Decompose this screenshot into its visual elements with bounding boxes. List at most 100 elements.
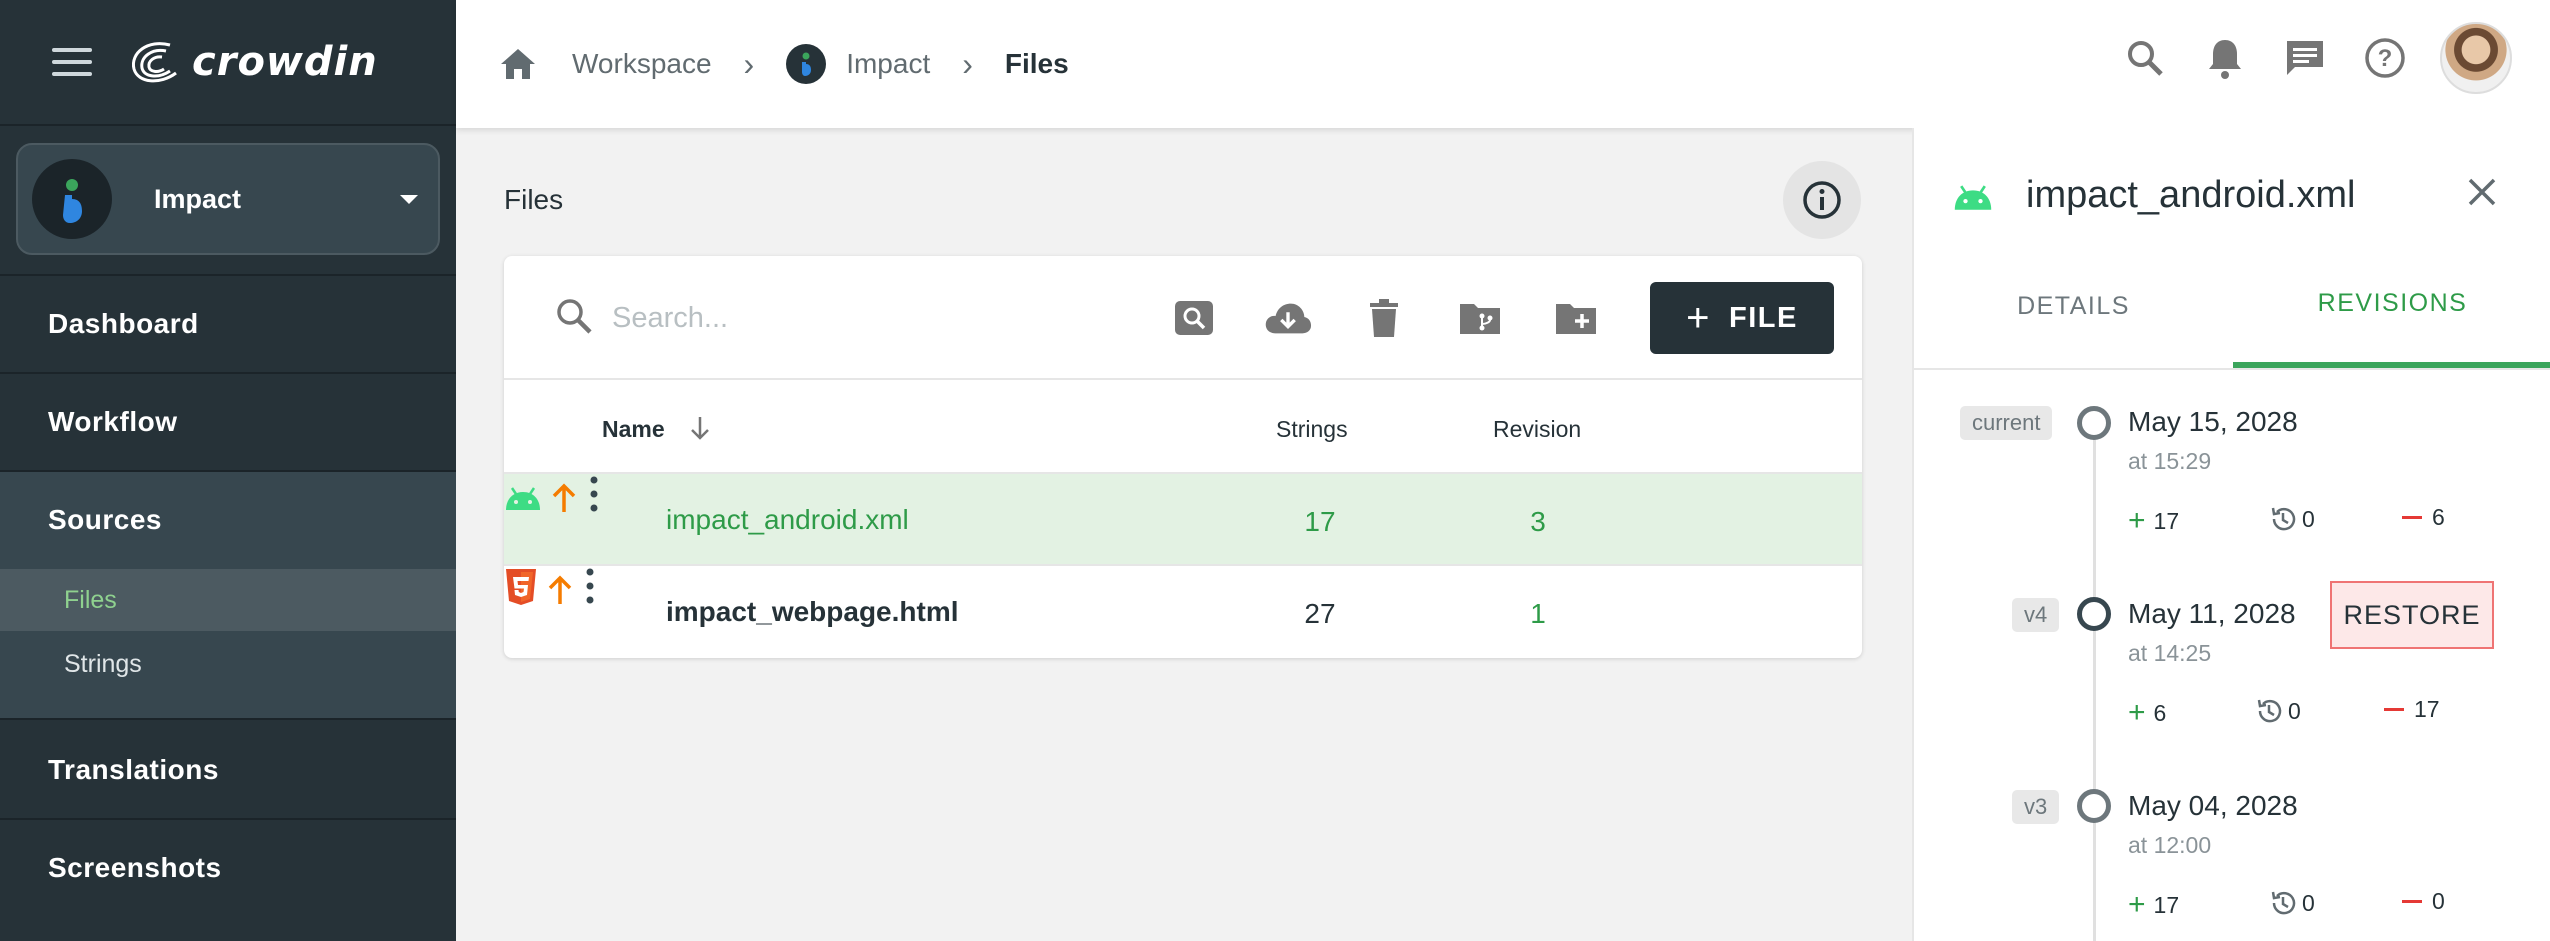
crowdin-logo[interactable]: crowdin (126, 39, 378, 85)
find-in-files-icon[interactable] (1170, 294, 1218, 342)
breadcrumb-workspace[interactable]: Workspace (572, 48, 712, 80)
sidebar-item-screenshots[interactable]: Screenshots (0, 820, 456, 916)
revision-tag: v3 (2012, 790, 2060, 824)
plus-icon: + (2128, 696, 2146, 729)
revision-restored-count: 0 (2302, 505, 2315, 532)
table-header: Name Strings Revision (504, 382, 1862, 474)
plus-icon: + (2128, 888, 2146, 921)
revision-removed: 6 (2402, 504, 2445, 531)
upload-arrow-icon[interactable] (546, 574, 574, 606)
column-name[interactable]: Name (602, 416, 665, 443)
topbar-actions: ? (2090, 22, 2512, 94)
restore-button[interactable]: RESTORE (2330, 581, 2494, 649)
impact-logo-icon (63, 179, 82, 223)
file-revision[interactable]: 1 (1508, 598, 1568, 630)
files-card: + FILE Name Strings Revision impact_andr… (504, 256, 1862, 658)
sidebar-item-workflow[interactable]: Workflow (0, 374, 456, 470)
table-row[interactable]: impact_android.xml 17 3 (504, 474, 1862, 566)
project-breadcrumb-icon (786, 44, 827, 84)
more-vertical-icon[interactable] (582, 566, 598, 606)
cloud-download-icon[interactable] (1264, 294, 1312, 342)
android-icon (1954, 185, 1992, 210)
file-name[interactable]: impact_webpage.html (666, 596, 959, 628)
info-button[interactable] (1783, 161, 1861, 239)
sidebar-subitem-files[interactable]: Files (0, 569, 456, 631)
logo-text: crowdin (192, 39, 378, 85)
file-revision[interactable]: 3 (1508, 506, 1568, 538)
page-title: Files (504, 184, 564, 215)
search-input[interactable] (612, 290, 1132, 346)
revision-date: May 11, 2028 (2128, 598, 2296, 629)
user-avatar[interactable] (2440, 22, 2512, 94)
revision-restored-count: 0 (2302, 889, 2315, 916)
revision-restored: 0 (2268, 888, 2315, 918)
minus-icon (2384, 708, 2404, 711)
project-selector[interactable]: Impact (16, 143, 440, 255)
column-strings[interactable]: Strings (1276, 416, 1348, 443)
column-revision[interactable]: Revision (1493, 416, 1581, 443)
search-icon (557, 299, 592, 334)
project-name: Impact (154, 183, 242, 214)
panel-tabs: DETAILS REVISIONS (1914, 244, 2550, 370)
menu-icon[interactable] (52, 48, 92, 76)
revision-removed-count: 6 (2432, 504, 2445, 530)
breadcrumb: Workspace › Impact › Files (498, 44, 1069, 84)
timeline-line (2093, 428, 2096, 941)
files-toolbar: + FILE (504, 256, 1862, 380)
caret-down-icon (400, 195, 418, 204)
revision-added-count: 17 (2153, 891, 2180, 918)
revision-dot (2077, 789, 2111, 823)
close-icon[interactable] (2462, 172, 2502, 212)
topbar: Workspace › Impact › Files ? (456, 0, 2550, 128)
revision-time: at 12:00 (2128, 832, 2212, 858)
chevron-right-icon: › (743, 45, 755, 82)
html5-icon (506, 569, 536, 605)
file-strings-count: 27 (1304, 598, 1336, 629)
revision-tag: v4 (2012, 598, 2060, 632)
history-icon (2271, 507, 2296, 531)
history-icon (2271, 891, 2296, 915)
folder-branch-icon[interactable] (1456, 294, 1504, 342)
revision-date: May 04, 2028 (2128, 790, 2298, 821)
revision-restored: 0 (2268, 504, 2315, 534)
home-icon[interactable] (498, 46, 538, 82)
more-vertical-icon[interactable] (586, 474, 602, 514)
revision-added: +17 (2128, 504, 2179, 538)
breadcrumb-current: Files (1004, 48, 1069, 79)
help-icon[interactable]: ? (2360, 33, 2410, 83)
sidebar-item-translations[interactable]: Translations (0, 722, 456, 818)
bell-icon[interactable] (2200, 33, 2250, 83)
revision-removed-count: 0 (2432, 888, 2445, 914)
table-row[interactable]: impact_webpage.html 27 1 (504, 564, 1862, 656)
chat-icon[interactable] (2280, 33, 2330, 83)
info-icon (1803, 181, 1841, 219)
tab-details[interactable]: DETAILS (1914, 244, 2233, 368)
revision-added-count: 6 (2153, 699, 2167, 726)
sidebar-item-dashboard[interactable]: Dashboard (0, 276, 456, 372)
revision-added-count: 17 (2153, 507, 2180, 534)
minus-icon (2402, 516, 2422, 519)
svg-text:?: ? (2378, 45, 2393, 72)
revision-dot (2077, 406, 2111, 440)
revision-dot (2077, 597, 2111, 631)
revision-restored-count: 0 (2288, 697, 2301, 724)
trash-icon[interactable] (1360, 294, 1408, 342)
minus-icon (2402, 900, 2422, 903)
upload-arrow-icon[interactable] (550, 482, 578, 514)
sort-arrow-down-icon[interactable] (688, 414, 712, 442)
sidebar-subitem-strings[interactable]: Strings (0, 633, 456, 695)
sidebar-header: crowdin (0, 0, 456, 126)
revision-removed: 17 (2384, 696, 2440, 723)
breadcrumb-project[interactable]: Impact (846, 48, 930, 80)
revision-time: at 14:25 (2128, 640, 2212, 666)
sidebar-item-sources[interactable]: Sources (0, 472, 456, 568)
file-name[interactable]: impact_android.xml (666, 504, 909, 536)
add-folder-icon[interactable] (1552, 294, 1600, 342)
add-file-button[interactable]: + FILE (1650, 282, 1834, 354)
add-file-label: FILE (1729, 301, 1798, 334)
revision-time: at 15:29 (2128, 448, 2212, 474)
revision-date: May 15, 2028 (2128, 406, 2298, 437)
tab-revisions[interactable]: REVISIONS (2233, 244, 2550, 368)
project-avatar (32, 159, 112, 239)
search-icon[interactable] (2120, 33, 2170, 83)
